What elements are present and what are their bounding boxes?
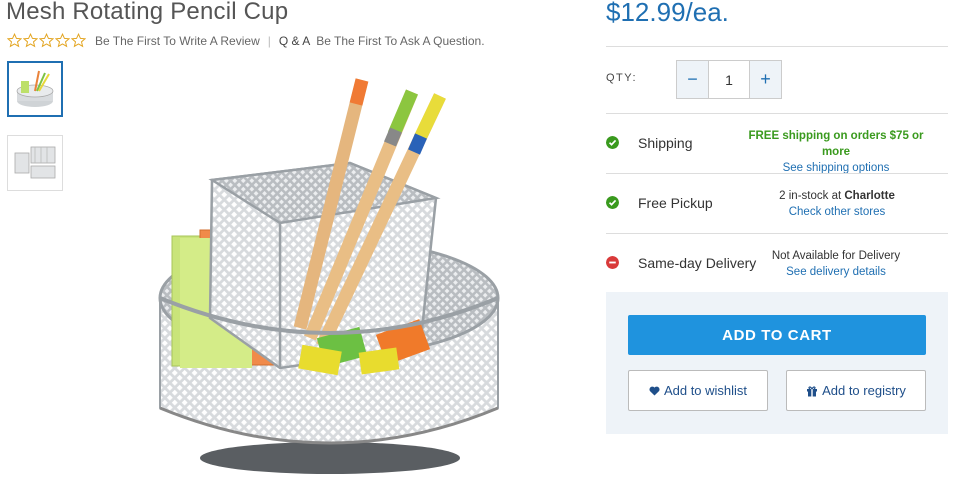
shipping-label: Shipping — [638, 135, 693, 151]
quantity-stepper: − 1 + — [676, 60, 782, 99]
pencil-cup-thumb-image — [16, 70, 54, 107]
add-to-registry-button[interactable]: Add to registry — [786, 370, 926, 411]
wishlist-label: Add to wishlist — [663, 383, 748, 398]
thumbnail-pencil-cup[interactable] — [7, 61, 63, 117]
pickup-label: Free Pickup — [638, 195, 713, 211]
decrement-button[interactable]: − — [677, 61, 708, 98]
star-empty-icon — [7, 33, 22, 48]
divider: | — [267, 33, 271, 48]
rating-stars[interactable] — [7, 33, 86, 48]
product-main-image — [158, 78, 500, 474]
pickup-stock-text: 2 in-stock at — [779, 190, 842, 202]
delivery-label: Same-day Delivery — [638, 255, 757, 271]
ask-question-link[interactable]: Be The First To Ask A Question. — [316, 34, 484, 48]
qty-label: QTY: — [606, 72, 638, 84]
star-empty-icon — [23, 33, 38, 48]
delivery-details-link[interactable]: See delivery details — [763, 264, 909, 280]
thumbnail-mesh-organizers[interactable] — [7, 135, 63, 191]
write-review-link[interactable]: Be The First To Write A Review — [95, 34, 260, 48]
divider — [606, 113, 948, 114]
delivery-status: Not Available for Delivery — [771, 250, 901, 262]
divider — [606, 233, 948, 234]
add-to-cart-button[interactable]: ADD TO CART — [628, 315, 926, 355]
mesh-organizers-thumb-image — [14, 146, 56, 179]
gift-icon — [807, 385, 818, 396]
star-empty-icon — [55, 33, 70, 48]
check-stores-link[interactable]: Check other stores — [764, 204, 910, 220]
check-circle-icon — [606, 196, 619, 209]
increment-button[interactable]: + — [750, 61, 781, 98]
qa-label: Q & A — [278, 33, 311, 48]
quantity-input[interactable]: 1 — [708, 61, 750, 98]
cart-panel — [606, 292, 948, 434]
divider — [606, 46, 948, 47]
shipping-promo: FREE shipping on orders $75 or more — [748, 130, 924, 158]
product-price: $12.99/ea. — [606, 0, 729, 27]
divider — [606, 173, 948, 174]
pickup-stock: 2 in-stock at Charlotte — [764, 188, 910, 204]
product-title: Mesh Rotating Pencil Cup — [6, 0, 289, 25]
registry-label: Add to registry — [822, 383, 906, 398]
review-line: Be The First To Write A Review | Q & A B… — [7, 33, 485, 48]
minus-circle-icon — [606, 256, 619, 269]
add-to-wishlist-button[interactable]: Add to wishlist — [628, 370, 768, 411]
check-circle-icon — [606, 136, 619, 149]
pickup-store-name: Charlotte — [844, 190, 895, 202]
star-empty-icon — [39, 33, 54, 48]
heart-icon — [649, 386, 660, 396]
star-empty-icon — [71, 33, 86, 48]
